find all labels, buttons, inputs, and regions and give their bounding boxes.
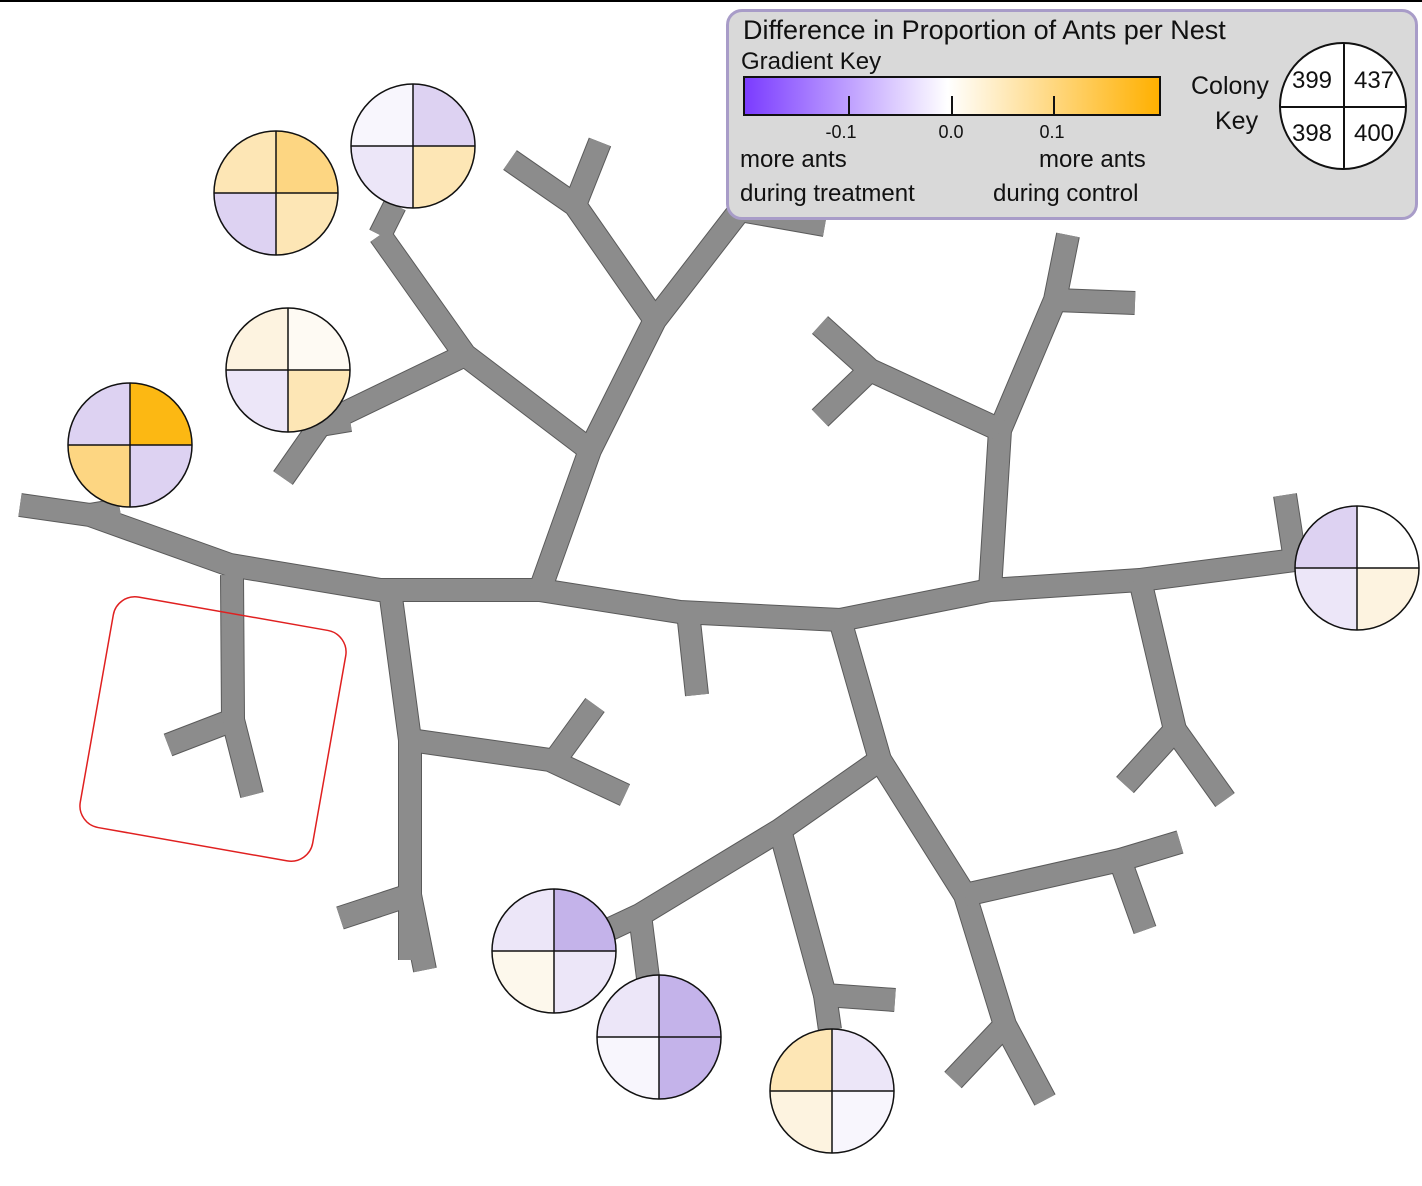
quadrant-top-left — [226, 308, 288, 370]
colony-id-bottom-left: 398 — [1291, 120, 1333, 147]
quadrant-top-right — [832, 1029, 894, 1091]
tunnel-segment-24 — [962, 831, 1184, 906]
tunnel-segment-21 — [814, 993, 841, 1032]
quadrant-top-left — [492, 889, 554, 951]
quadrant-bottom-right — [1357, 568, 1419, 630]
tunnel-segment-0 — [18, 494, 1297, 631]
treatment-label-line2: during treatment — [740, 180, 915, 207]
tick-mark-zero — [951, 96, 953, 116]
quadrant-bottom-right — [276, 193, 338, 255]
colony-key-circle: 399 437 398 400 — [1279, 42, 1407, 170]
quadrant-bottom-right — [413, 146, 475, 208]
tick-mark-pos — [1053, 96, 1055, 116]
quadrant-bottom-left — [492, 951, 554, 1013]
tunnel-segment-30 — [1116, 577, 1186, 793]
quadrant-bottom-left — [226, 370, 288, 432]
tick-label-pos: 0.1 — [1039, 122, 1065, 142]
tunnel-segment-22 — [870, 754, 1055, 1106]
quadrant-top-right — [413, 84, 475, 146]
tunnel-segment-29 — [812, 362, 878, 426]
quadrant-top-left — [68, 383, 130, 445]
quadrant-top-left — [351, 84, 413, 146]
tunnel-segment-9 — [677, 610, 708, 697]
legend-panel: Difference in Proportion of Ants per Nes… — [726, 9, 1418, 220]
colony-id-top-right: 437 — [1353, 67, 1395, 94]
quadrant-top-right — [659, 975, 721, 1037]
quadrant-top-left — [1295, 506, 1357, 568]
tunnel-segment-6 — [399, 892, 436, 973]
tunnel-segment-14 — [370, 200, 405, 240]
tick-label-zero: 0.0 — [938, 122, 964, 142]
tunnel-segment-7 — [164, 574, 244, 756]
nest-right — [1294, 505, 1420, 631]
colony-id-top-left: 399 — [1291, 67, 1333, 94]
quadrant-top-right — [130, 383, 192, 445]
tunnel-segment-11 — [371, 228, 597, 459]
tick-label-neg: -0.1 — [825, 122, 857, 142]
tunnel-segment-26 — [979, 232, 1079, 591]
control-label-line1: more ants — [1039, 146, 1146, 173]
nest-top-b — [213, 130, 339, 256]
colony-key-label-line1: Colony — [1191, 72, 1269, 100]
quadrant-top-left — [214, 131, 276, 193]
tunnel-segment-16 — [564, 137, 611, 210]
tunnel-network — [18, 137, 1307, 1106]
tunnel-segment-8 — [222, 717, 263, 798]
legend-title: Difference in Proportion of Ants per Nes… — [743, 15, 1226, 45]
nest-bottom-a — [491, 888, 617, 1014]
tunnel-segment-32 — [88, 499, 122, 526]
quadrant-top-left — [770, 1029, 832, 1091]
control-label-line2: during control — [993, 180, 1139, 207]
nest-far-left — [67, 382, 193, 508]
colony-id-bottom-right: 400 — [1353, 120, 1395, 147]
quadrant-top-right — [1357, 506, 1419, 568]
tunnel-segment-23 — [945, 1017, 1013, 1088]
tunnel-segment-1 — [1274, 493, 1306, 562]
quadrant-bottom-left — [597, 1037, 659, 1099]
quadrant-top-right — [276, 131, 338, 193]
quadrant-bottom-left — [68, 445, 130, 507]
nest-top-a — [350, 83, 476, 209]
quadrant-bottom-left — [351, 146, 413, 208]
quadrant-top-right — [554, 889, 616, 951]
tunnel-segment-25 — [1109, 856, 1156, 934]
tick-mark-neg — [848, 96, 850, 116]
gradient-key-label: Gradient Key — [741, 48, 882, 75]
quadrant-bottom-right — [659, 1037, 721, 1099]
nest-mid-left — [225, 307, 351, 433]
quadrant-top-right — [288, 308, 350, 370]
nest-bottom-c — [769, 1028, 895, 1154]
treatment-label-line1: more ants — [740, 146, 847, 173]
quadrant-bottom-left — [1295, 568, 1357, 630]
tunnel-segment-27 — [1054, 289, 1136, 314]
colony-key-label-line2: Key — [1215, 107, 1259, 135]
nest-bottom-b — [596, 974, 722, 1100]
quadrant-bottom-right — [832, 1091, 894, 1153]
tunnel-segment-31 — [1166, 723, 1234, 807]
quadrant-bottom-left — [770, 1091, 832, 1153]
tunnel-segment-20 — [769, 827, 896, 1011]
tunnel-segment-19 — [629, 913, 659, 980]
tunnel-edge-18 — [602, 616, 892, 941]
quadrant-bottom-left — [214, 193, 276, 255]
colony-key-divider-h — [1281, 106, 1405, 108]
quadrant-bottom-right — [130, 445, 192, 507]
